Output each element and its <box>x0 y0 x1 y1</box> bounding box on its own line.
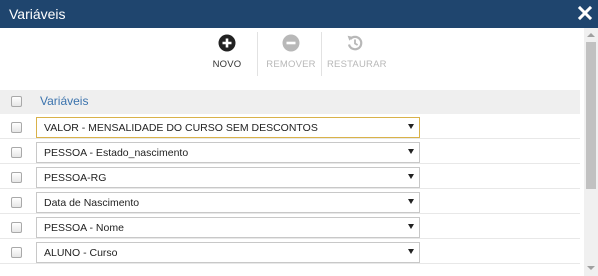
variable-select[interactable]: PESSOA - Estado_nascimento <box>36 142 420 163</box>
remover-label: REMOVER <box>266 59 316 70</box>
table-row: PESSOA-RG <box>0 164 580 189</box>
restore-icon <box>347 35 363 51</box>
table-row: VALOR - MENSALIDADE DO CURSO SEM DESCONT… <box>0 114 580 139</box>
select-value: Data de Nascimento <box>44 197 140 209</box>
dropdown-arrow-icon <box>408 199 414 204</box>
select-value: VALOR - MENSALIDADE DO CURSO SEM DESCONT… <box>44 122 318 134</box>
toolbar-divider <box>257 32 258 76</box>
column-header-variaveis[interactable]: Variáveis <box>40 94 88 108</box>
vertical-scrollbar[interactable] <box>584 28 598 276</box>
dropdown-arrow-icon <box>408 174 414 179</box>
scroll-down-icon[interactable] <box>587 266 595 270</box>
variable-select[interactable]: PESSOA - Nome <box>36 217 420 238</box>
select-value: PESSOA - Nome <box>44 222 124 234</box>
scroll-up-icon[interactable] <box>587 33 595 37</box>
select-value: PESSOA - Estado_nascimento <box>44 147 189 159</box>
dropdown-arrow-icon <box>408 249 414 254</box>
novo-label: NOVO <box>212 59 242 70</box>
row-checkbox[interactable] <box>11 247 22 258</box>
close-icon[interactable] <box>577 5 593 21</box>
row-checkbox[interactable] <box>11 222 22 233</box>
select-value: ALUNO - Curso <box>44 247 118 259</box>
table-header: Variáveis <box>0 90 580 114</box>
remove-icon <box>282 34 300 52</box>
novo-button[interactable]: NOVO <box>209 34 245 70</box>
dropdown-arrow-icon <box>408 224 414 229</box>
dropdown-arrow-icon <box>408 149 414 154</box>
dropdown-arrow-icon <box>408 124 414 129</box>
title-bar: Variáveis <box>0 0 598 28</box>
table-row: PESSOA - Nome <box>0 214 580 239</box>
toolbar: NOVO REMOVER RESTAURAR <box>0 28 584 86</box>
select-all-checkbox[interactable] <box>11 96 22 107</box>
table-row: Data de Nascimento <box>0 189 580 214</box>
variable-select[interactable]: ALUNO - Curso <box>36 242 420 263</box>
toolbar-divider <box>321 32 322 76</box>
variable-select[interactable]: PESSOA-RG <box>36 167 420 188</box>
restaurar-button[interactable]: RESTAURAR <box>327 34 387 70</box>
variable-select[interactable]: VALOR - MENSALIDADE DO CURSO SEM DESCONT… <box>36 117 420 138</box>
add-icon <box>218 34 236 52</box>
remover-button[interactable]: REMOVER <box>266 34 316 70</box>
row-checkbox[interactable] <box>11 147 22 158</box>
row-checkbox[interactable] <box>11 197 22 208</box>
select-value: PESSOA-RG <box>44 172 107 184</box>
row-checkbox[interactable] <box>11 122 22 133</box>
variable-select[interactable]: Data de Nascimento <box>36 192 420 213</box>
scrollbar-thumb[interactable] <box>586 42 596 189</box>
restaurar-label: RESTAURAR <box>327 59 387 70</box>
window-title: Variáveis <box>9 6 66 22</box>
table-row: PESSOA - Estado_nascimento <box>0 139 580 164</box>
row-checkbox[interactable] <box>11 172 22 183</box>
table-row: ALUNO - Curso <box>0 239 580 264</box>
